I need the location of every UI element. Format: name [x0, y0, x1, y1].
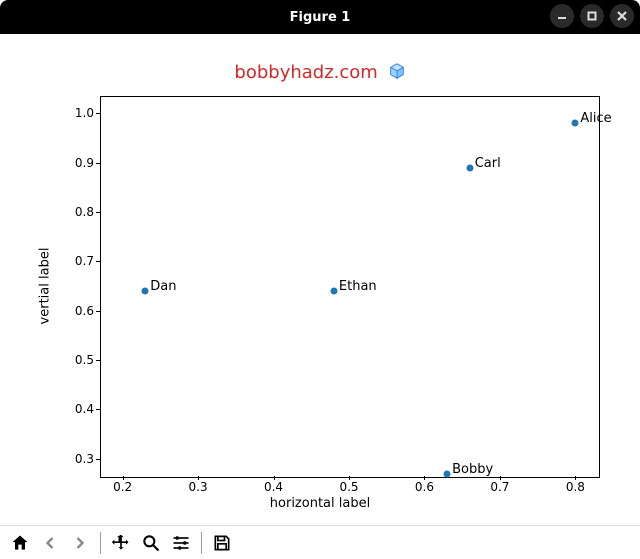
figure-canvas: bobbyhadz.com horizontal label vertial l… — [0, 34, 640, 525]
y-tick-label: 0.8 — [66, 205, 94, 219]
data-point — [330, 287, 337, 294]
maximize-icon — [586, 10, 598, 22]
pan-icon — [111, 533, 131, 553]
x-tick-label: 0.7 — [490, 480, 509, 494]
y-tick-mark — [96, 113, 100, 114]
back-button[interactable] — [36, 529, 64, 557]
data-point — [142, 287, 149, 294]
forward-button[interactable] — [66, 529, 94, 557]
window-titlebar: Figure 1 — [0, 0, 640, 34]
maximize-button[interactable] — [580, 4, 604, 28]
x-tick-label: 0.5 — [339, 480, 358, 494]
x-axis-label: horizontal label — [0, 496, 640, 511]
x-tick-label: 0.4 — [264, 480, 283, 494]
window-controls — [550, 4, 634, 28]
home-button[interactable] — [6, 529, 34, 557]
close-icon — [616, 10, 628, 22]
y-tick-label: 0.9 — [66, 156, 94, 170]
window-title: Figure 1 — [290, 10, 351, 25]
data-point-label: Bobby — [452, 462, 493, 477]
data-point-label: Dan — [150, 279, 176, 294]
sliders-icon — [171, 533, 191, 553]
save-button[interactable] — [208, 529, 236, 557]
cube-icon — [388, 62, 406, 80]
x-tick-label: 0.8 — [566, 480, 585, 494]
data-point — [466, 164, 473, 171]
toolbar-separator — [100, 532, 101, 554]
pan-button[interactable] — [107, 529, 135, 557]
home-icon — [10, 533, 30, 553]
minimize-icon — [556, 10, 568, 22]
toolbar-separator — [201, 532, 202, 554]
matplotlib-toolbar — [0, 525, 640, 559]
y-tick-label: 1.0 — [66, 106, 94, 120]
save-icon — [212, 533, 232, 553]
forward-icon — [70, 533, 90, 553]
y-tick-label: 0.4 — [66, 402, 94, 416]
y-tick-label: 0.3 — [66, 452, 94, 466]
data-point-label: Carl — [475, 156, 501, 171]
x-tick-label: 0.3 — [189, 480, 208, 494]
y-tick-mark — [96, 459, 100, 460]
chart-title-text: bobbyhadz.com — [234, 62, 377, 83]
data-point — [444, 470, 451, 477]
chart-title: bobbyhadz.com — [0, 62, 640, 83]
x-tick-label: 0.6 — [415, 480, 434, 494]
x-tick-label: 0.2 — [113, 480, 132, 494]
y-tick-mark — [96, 163, 100, 164]
y-tick-mark — [96, 311, 100, 312]
back-icon — [40, 533, 60, 553]
y-tick-label: 0.6 — [66, 304, 94, 318]
zoom-icon — [141, 533, 161, 553]
configure-button[interactable] — [167, 529, 195, 557]
data-point — [572, 120, 579, 127]
y-tick-mark — [96, 261, 100, 262]
y-tick-label: 0.7 — [66, 254, 94, 268]
y-axis-label: vertial label — [38, 248, 53, 325]
y-tick-mark — [96, 409, 100, 410]
data-point-label: Alice — [580, 111, 611, 126]
minimize-button[interactable] — [550, 4, 574, 28]
y-tick-mark — [96, 360, 100, 361]
y-tick-label: 0.5 — [66, 353, 94, 367]
y-tick-mark — [96, 212, 100, 213]
close-button[interactable] — [610, 4, 634, 28]
data-point-label: Ethan — [339, 279, 377, 294]
zoom-button[interactable] — [137, 529, 165, 557]
